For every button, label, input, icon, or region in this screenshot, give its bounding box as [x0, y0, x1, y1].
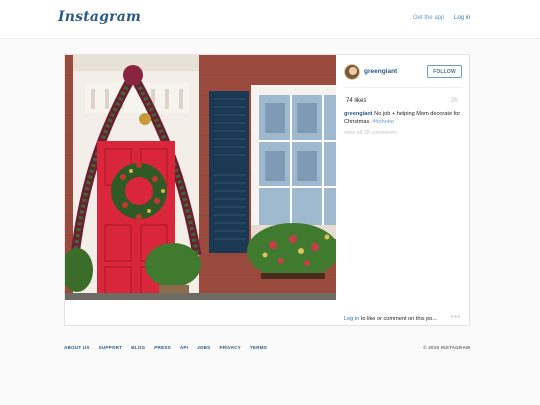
view-all-comments-link[interactable]: view all 18 comments: [344, 130, 397, 136]
caption-hashtag[interactable]: #hohoho: [372, 119, 394, 125]
footer-link-press[interactable]: PRESS: [154, 345, 171, 350]
top-navbar: Instagram Get the app Log in: [0, 0, 540, 39]
footer-link-about[interactable]: ABOUT US: [64, 345, 90, 350]
footer-link-support[interactable]: SUPPORT: [99, 345, 123, 350]
footer-link-jobs[interactable]: JOBS: [197, 345, 210, 350]
footer-link-blog[interactable]: BLOG: [131, 345, 145, 350]
footer-link-terms[interactable]: TERMS: [250, 345, 267, 350]
avatar[interactable]: [344, 64, 360, 80]
caption-username[interactable]: greengiant: [344, 111, 373, 117]
post-username[interactable]: greengiant: [364, 68, 397, 75]
follow-button[interactable]: FOLLOW: [427, 65, 462, 78]
post-card: greengiant FOLLOW 74 likes 2h greengiant…: [64, 54, 470, 326]
post-sidebar: greengiant FOLLOW 74 likes 2h greengiant…: [337, 55, 470, 300]
get-the-app-link[interactable]: Get the app: [413, 15, 444, 21]
login-comment-text: to like or comment on this po...: [359, 316, 437, 322]
footer-link-api[interactable]: API: [180, 345, 188, 350]
instagram-logo[interactable]: Instagram: [58, 9, 141, 25]
avatar-face: [349, 67, 357, 75]
post-caption: greengiant No job + helping Mom decorate…: [344, 111, 468, 126]
footer-links: ABOUT US SUPPORT BLOG PRESS API JOBS PRI…: [64, 345, 267, 350]
post-photo[interactable]: [65, 55, 336, 300]
divider: [344, 87, 463, 88]
footer: ABOUT US SUPPORT BLOG PRESS API JOBS PRI…: [64, 345, 470, 355]
more-options-icon[interactable]: •••: [451, 314, 461, 321]
login-comment-link[interactable]: Log in: [344, 316, 359, 322]
login-to-comment: Log in to like or comment on this po...: [344, 316, 437, 322]
copyright: © 2015 INSTAGRAM: [423, 345, 470, 350]
footer-link-privacy[interactable]: PRIVACY: [219, 345, 240, 350]
post-actions-row: Log in to like or comment on this po... …: [337, 311, 470, 325]
post-timestamp: 2h: [451, 98, 458, 104]
likes-count[interactable]: 74 likes: [346, 98, 366, 104]
login-link[interactable]: Log in: [454, 15, 470, 21]
